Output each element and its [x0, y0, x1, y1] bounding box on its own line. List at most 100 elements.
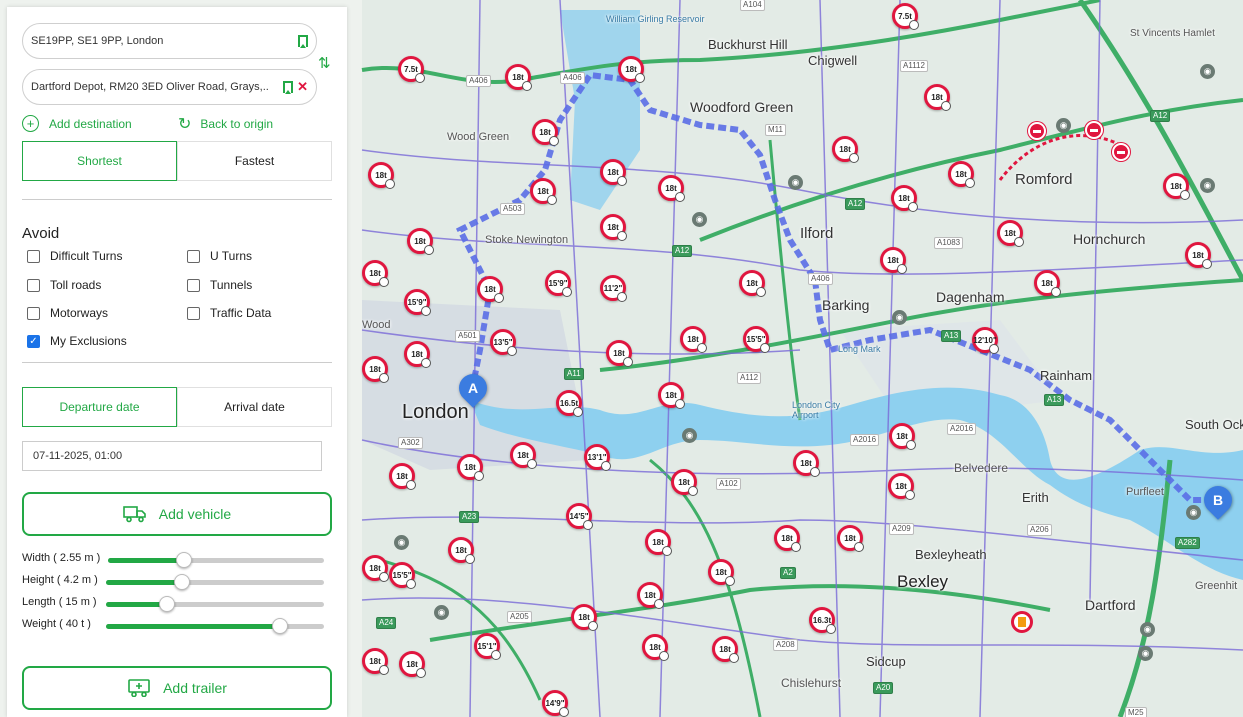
avoid-difficult-turns-checkbox[interactable]: Difficult Turns — [27, 249, 122, 263]
weight-restriction-sign[interactable]: 18t — [399, 651, 426, 678]
weight-restriction-sign[interactable]: 7.5t — [398, 56, 425, 83]
slider-track[interactable] — [106, 596, 324, 612]
weight-restriction-sign[interactable]: 15'1" — [474, 633, 501, 660]
camera-icon[interactable]: ◉ — [1138, 646, 1153, 661]
weight-restriction-sign[interactable]: 18t — [532, 119, 559, 146]
weight-restriction-sign[interactable]: 18t — [888, 473, 915, 500]
weight-restriction-sign[interactable]: 16.5t — [556, 390, 583, 417]
checkbox-box[interactable] — [187, 278, 200, 292]
add-trailer-button[interactable]: Add trailer — [22, 666, 332, 710]
weight-restriction-sign[interactable]: 18t — [880, 247, 907, 274]
weight-restriction-sign[interactable]: 18t — [837, 525, 864, 552]
close-icon[interactable]: ✕ — [297, 79, 308, 95]
avoid-u-turns-checkbox[interactable]: U Turns — [187, 249, 252, 263]
weight-restriction-sign[interactable]: 18t — [389, 463, 416, 490]
slider-thumb[interactable] — [174, 574, 191, 590]
start-marker[interactable]: A — [453, 368, 493, 408]
camera-icon[interactable]: ◉ — [434, 605, 449, 620]
camera-icon[interactable]: ◉ — [682, 428, 697, 443]
camera-icon[interactable]: ◉ — [1140, 622, 1155, 637]
weight-restriction-sign[interactable]: 18t — [645, 529, 672, 556]
weight-restriction-sign[interactable]: 18t — [712, 636, 739, 663]
slider-track[interactable] — [108, 552, 324, 568]
back-to-origin-link[interactable]: ↻ Back to origin — [178, 114, 273, 134]
bookmark-icon[interactable] — [283, 81, 294, 94]
weight-restriction-sign[interactable]: 15'9" — [545, 270, 572, 297]
slider-track[interactable] — [106, 574, 324, 590]
checkbox-box[interactable] — [187, 249, 200, 263]
weight-restriction-sign[interactable]: 18t — [477, 276, 504, 303]
weight-restriction-sign[interactable]: 18t — [362, 648, 389, 675]
shortest-button[interactable]: Shortest — [22, 141, 177, 181]
slider-track[interactable] — [106, 618, 324, 634]
camera-icon[interactable]: ◉ — [892, 310, 907, 325]
weight-restriction-sign[interactable]: 15'9" — [404, 289, 431, 316]
weight-slider[interactable]: Weight ( 40 t ) — [22, 617, 332, 634]
weight-restriction-sign[interactable]: 18t — [739, 270, 766, 297]
weight-restriction-sign[interactable]: 18t — [671, 469, 698, 496]
checkbox-box[interactable] — [27, 249, 40, 263]
weight-restriction-sign[interactable]: 18t — [362, 555, 389, 582]
slider-thumb[interactable] — [159, 596, 176, 612]
weight-restriction-sign[interactable]: 18t — [832, 136, 859, 163]
camera-icon[interactable]: ◉ — [1200, 64, 1215, 79]
weight-restriction-sign[interactable]: 18t — [362, 356, 389, 383]
weight-restriction-sign[interactable]: 18t — [600, 159, 627, 186]
weight-restriction-sign[interactable]: 18t — [658, 175, 685, 202]
add-destination-link[interactable]: + Add destination — [22, 115, 132, 132]
weight-restriction-sign[interactable]: 18t — [889, 423, 916, 450]
swap-icon[interactable]: ⇅ — [318, 54, 331, 72]
weight-restriction-sign[interactable]: 16.3t — [809, 607, 836, 634]
weight-restriction-sign[interactable]: 18t — [891, 185, 918, 212]
weight-restriction-sign[interactable]: 18t — [637, 582, 664, 609]
width-slider[interactable]: Width ( 2.55 m ) — [22, 551, 332, 568]
avoid-traffic-data-checkbox[interactable]: Traffic Data — [187, 306, 271, 320]
avoid-motorways-checkbox[interactable]: Motorways — [27, 306, 108, 320]
weight-restriction-sign[interactable]: 18t — [658, 382, 685, 409]
weight-restriction-sign[interactable]: 13'1" — [584, 444, 611, 471]
avoid-tunnels-checkbox[interactable]: Tunnels — [187, 278, 252, 292]
destination-field[interactable]: Dartford Depot, RM20 3ED Oliver Road, Gr… — [22, 69, 317, 105]
weight-restriction-sign[interactable]: 18t — [997, 220, 1024, 247]
weight-restriction-sign[interactable]: 14'5" — [566, 503, 593, 530]
weight-restriction-sign[interactable]: 18t — [530, 178, 557, 205]
datetime-input[interactable]: 07-11-2025, 01:00 — [22, 441, 322, 471]
add-vehicle-button[interactable]: Add vehicle — [22, 492, 332, 536]
weight-restriction-sign[interactable]: 18t — [571, 604, 598, 631]
fastest-button[interactable]: Fastest — [177, 141, 332, 181]
weight-restriction-sign[interactable]: 13'5" — [490, 329, 517, 356]
checkbox-box[interactable] — [187, 306, 200, 320]
weight-restriction-sign[interactable]: 7.5t — [892, 3, 919, 30]
weight-restriction-sign[interactable]: 18t — [505, 64, 532, 91]
weight-restriction-sign[interactable]: 18t — [448, 537, 475, 564]
origin-field[interactable]: SE19PP, SE1 9PP, London — [22, 23, 317, 59]
fuel-station-icon[interactable] — [1011, 611, 1033, 633]
weight-restriction-sign[interactable]: 18t — [600, 214, 627, 241]
camera-icon[interactable]: ◉ — [394, 535, 409, 550]
weight-restriction-sign[interactable]: 18t — [793, 450, 820, 477]
weight-restriction-sign[interactable]: 18t — [924, 84, 951, 111]
weight-restriction-sign[interactable]: 18t — [368, 162, 395, 189]
slider-thumb[interactable] — [175, 552, 192, 568]
weight-restriction-sign[interactable]: 18t — [618, 56, 645, 83]
slider-thumb[interactable] — [272, 618, 289, 634]
weight-restriction-sign[interactable]: 18t — [774, 525, 801, 552]
camera-icon[interactable]: ◉ — [1056, 118, 1071, 133]
height-slider[interactable]: Height ( 4.2 m ) — [22, 573, 332, 590]
weight-restriction-sign[interactable]: 18t — [642, 634, 669, 661]
weight-restriction-sign[interactable]: 18t — [1185, 242, 1212, 269]
weight-restriction-sign[interactable]: 18t — [404, 341, 431, 368]
camera-icon[interactable]: ◉ — [692, 212, 707, 227]
weight-restriction-sign[interactable]: 18t — [1163, 173, 1190, 200]
weight-restriction-sign[interactable]: 15'5" — [743, 326, 770, 353]
no-entry-icon[interactable] — [1112, 143, 1130, 161]
weight-restriction-sign[interactable]: 18t — [606, 340, 633, 367]
avoid-my-exclusions-checkbox[interactable]: ✓ My Exclusions — [27, 334, 127, 348]
checkbox-box-checked[interactable]: ✓ — [27, 334, 40, 348]
camera-icon[interactable]: ◉ — [1186, 505, 1201, 520]
weight-restriction-sign[interactable]: 18t — [948, 161, 975, 188]
weight-restriction-sign[interactable]: 18t — [708, 559, 735, 586]
weight-restriction-sign[interactable]: 14'9" — [542, 690, 569, 717]
checkbox-box[interactable] — [27, 278, 40, 292]
weight-restriction-sign[interactable]: 18t — [510, 442, 537, 469]
